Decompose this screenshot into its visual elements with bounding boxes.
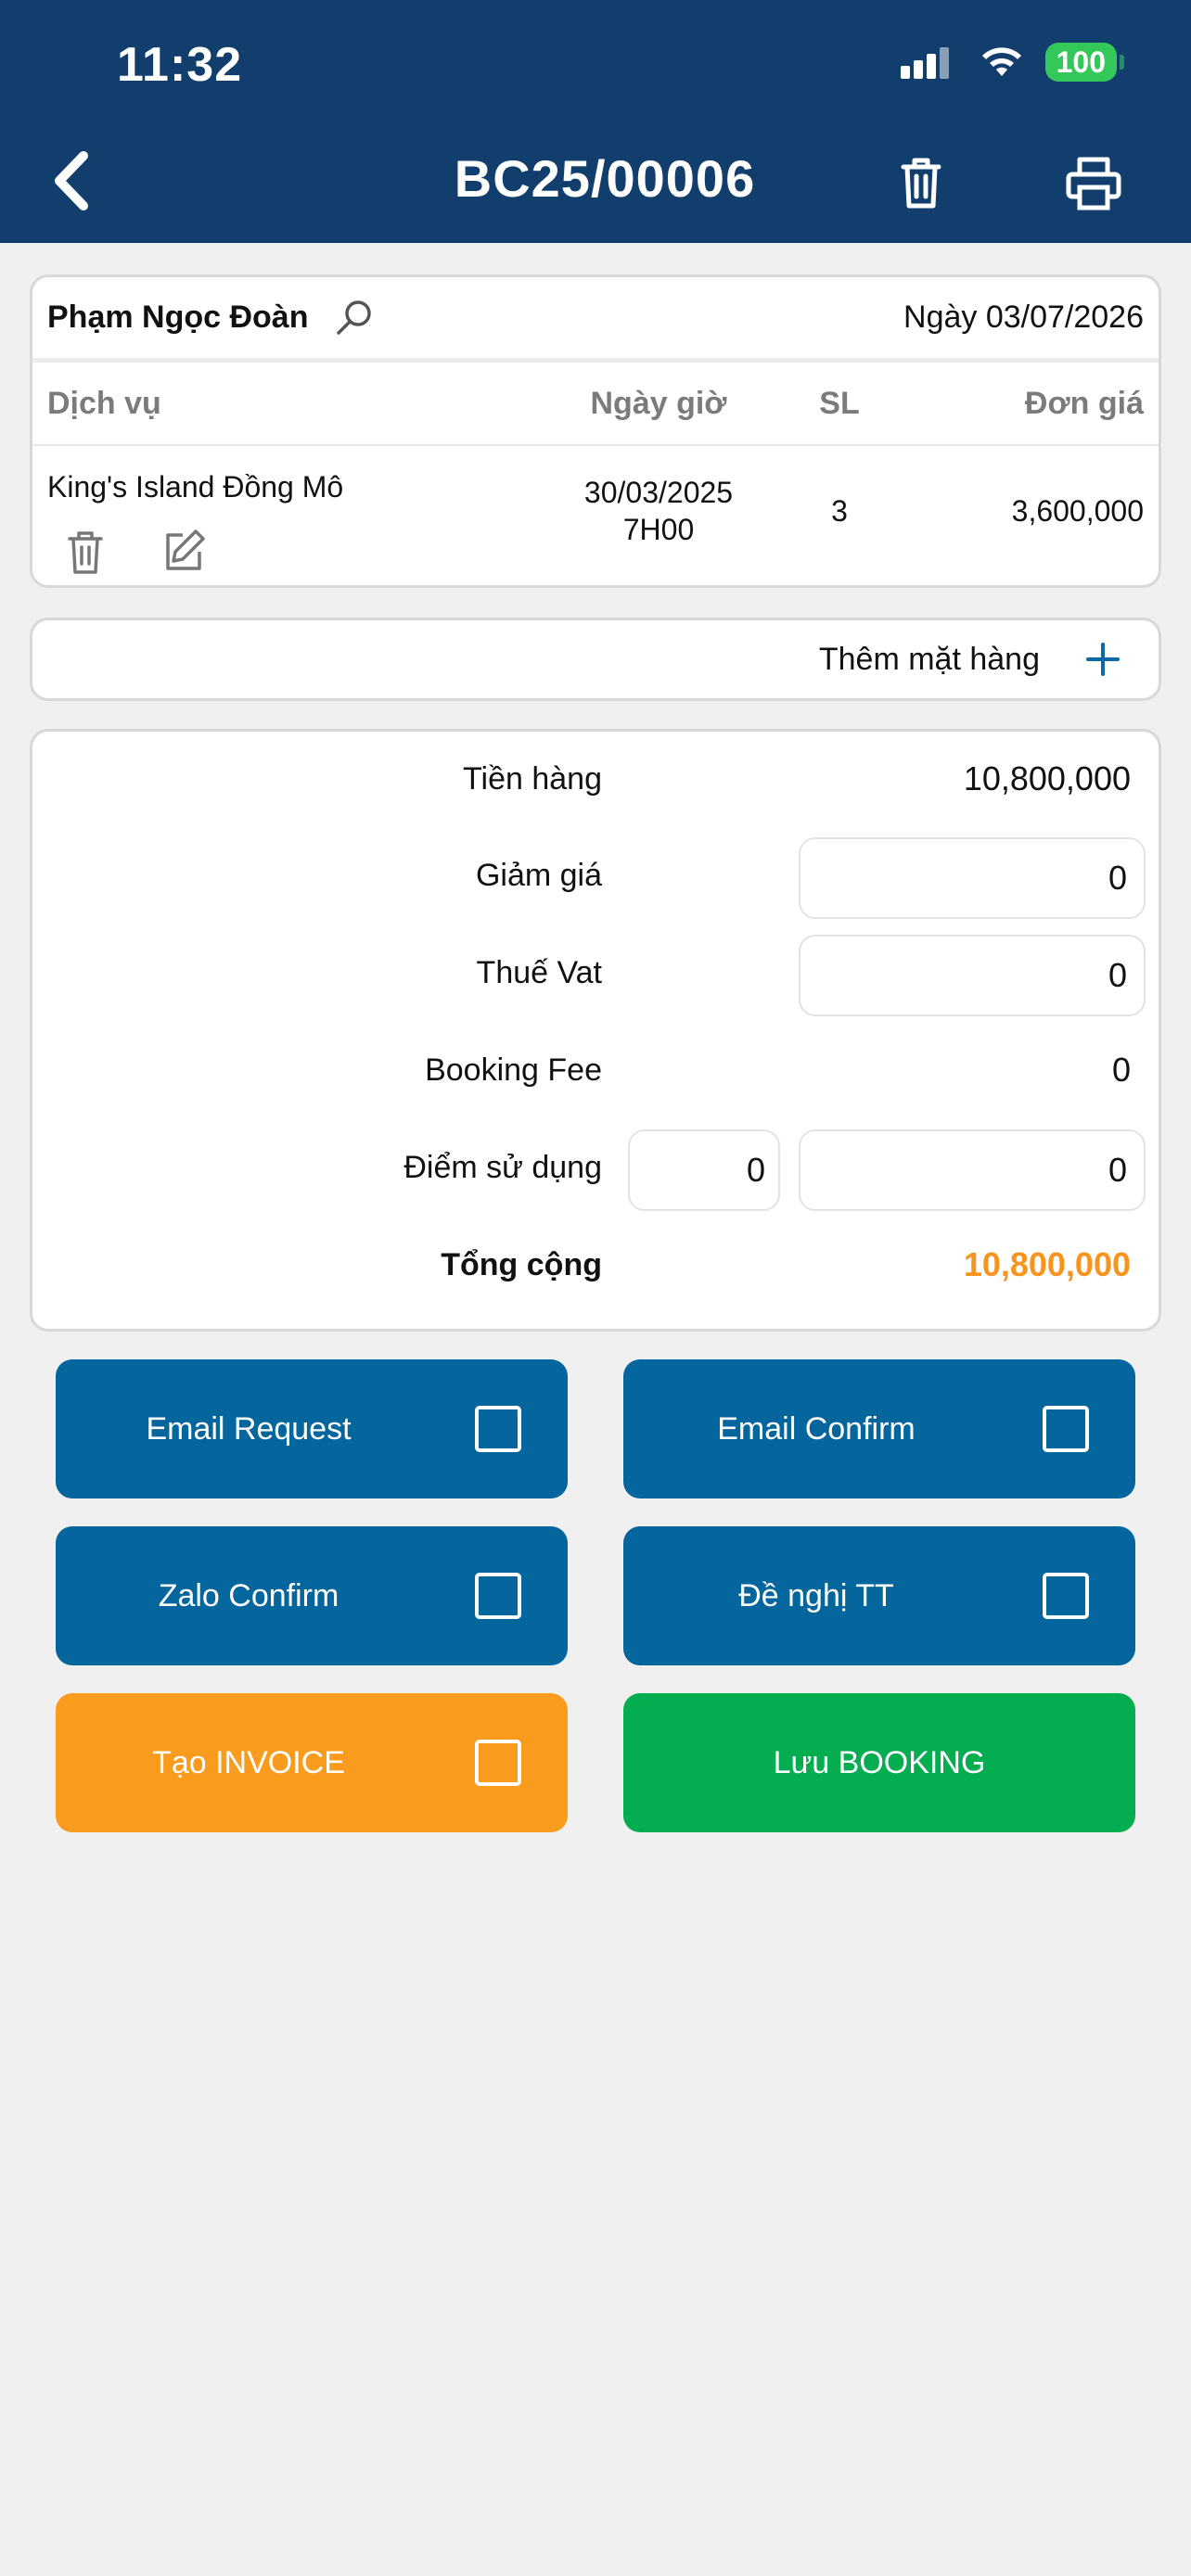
totals-card: Tiền hàng 10,800,000 Giảm giá Thuế Vat B… <box>30 729 1161 1332</box>
subtotal-value: 10,800,000 <box>963 759 1131 797</box>
subtotal-label: Tiền hàng <box>463 760 602 797</box>
discount-row: Giảm giá <box>32 834 1159 919</box>
cellular-signal-icon <box>900 47 949 79</box>
discount-label: Giảm giá <box>475 857 602 893</box>
edit-icon[interactable] <box>160 528 207 574</box>
status-time: 11:32 <box>117 38 243 92</box>
row-qty: 3 <box>831 494 848 528</box>
add-item-button[interactable]: Thêm mặt hàng <box>30 618 1161 701</box>
payment-request-label: Đề nghị TT <box>738 1577 894 1613</box>
table-header: Dịch vụ Ngày giờ SL Đơn giá <box>32 363 1159 446</box>
trash-icon[interactable] <box>890 152 952 213</box>
customer-name[interactable]: Phạm Ngọc Đoàn <box>47 300 308 336</box>
plus-icon <box>1086 643 1120 676</box>
payment-request-button[interactable]: Đề nghị TT <box>623 1526 1135 1665</box>
discount-input[interactable] <box>799 837 1146 919</box>
header-datetime: Ngày giờ <box>590 385 727 421</box>
booking-fee-value: 0 <box>1111 1051 1131 1089</box>
vat-input[interactable] <box>799 935 1146 1016</box>
table-row: King's Island Đồng Mô 30/03/2025 7H00 3 … <box>32 446 1159 581</box>
header-qty: SL <box>819 385 860 421</box>
points-input[interactable] <box>628 1129 780 1211</box>
vat-row: Thuế Vat <box>32 931 1159 1016</box>
top-bar: 11:32 100 BC25/00006 <box>0 0 1191 243</box>
row-price: 3,600,000 <box>1011 494 1144 528</box>
header-price: Đơn giá <box>1024 385 1144 421</box>
row-date: 30/03/2025 <box>583 476 734 509</box>
row-service: King's Island Đồng Mô <box>47 470 344 504</box>
save-booking-label: Lưu BOOKING <box>773 1744 986 1780</box>
trash-icon[interactable] <box>64 529 107 576</box>
printer-icon[interactable] <box>1063 152 1124 213</box>
email-request-label: Email Request <box>146 1410 352 1447</box>
checkbox-icon[interactable] <box>475 1406 521 1452</box>
row-datetime: 30/03/2025 7H00 <box>552 474 765 548</box>
booking-fee-label: Booking Fee <box>425 1052 602 1088</box>
add-item-label: Thêm mặt hàng <box>818 641 1040 677</box>
checkbox-icon[interactable] <box>475 1740 521 1786</box>
header-service: Dịch vụ <box>47 385 161 421</box>
create-invoice-button[interactable]: Tạo INVOICE <box>56 1693 568 1832</box>
checkbox-icon[interactable] <box>475 1573 521 1619</box>
zalo-confirm-button[interactable]: Zalo Confirm <box>56 1526 568 1665</box>
booking-fee-row: Booking Fee 0 <box>32 1028 1159 1112</box>
create-invoice-label: Tạo INVOICE <box>152 1744 345 1780</box>
zalo-confirm-label: Zalo Confirm <box>158 1577 339 1613</box>
search-icon[interactable] <box>334 298 375 338</box>
total-value: 10,800,000 <box>963 1245 1131 1283</box>
row-time: 7H00 <box>622 513 695 546</box>
subtotal-row: Tiền hàng 10,800,000 <box>32 737 1159 821</box>
points-label: Điểm sử dụng <box>403 1149 602 1185</box>
email-confirm-label: Email Confirm <box>717 1410 916 1447</box>
points-value-input[interactable] <box>799 1129 1146 1211</box>
save-booking-button[interactable]: Lưu BOOKING <box>623 1693 1135 1832</box>
total-row: Tổng cộng 10,800,000 <box>32 1223 1159 1307</box>
battery-indicator: 100 <box>1044 43 1125 82</box>
wifi-icon <box>981 47 1021 76</box>
checkbox-icon[interactable] <box>1043 1573 1089 1619</box>
booking-date: Ngày 03/07/2026 <box>903 300 1144 335</box>
vat-label: Thuế Vat <box>476 954 602 990</box>
points-row: Điểm sử dụng <box>32 1126 1159 1211</box>
page-title: BC25/00006 <box>454 149 756 208</box>
total-label: Tổng cộng <box>441 1246 602 1282</box>
email-confirm-button[interactable]: Email Confirm <box>623 1359 1135 1498</box>
checkbox-icon[interactable] <box>1043 1406 1089 1452</box>
email-request-button[interactable]: Email Request <box>56 1359 568 1498</box>
status-icons: 100 <box>900 43 1125 82</box>
customer-row: Phạm Ngọc Đoàn Ngày 03/07/2026 <box>32 277 1159 363</box>
booking-items-card: Phạm Ngọc Đoàn Ngày 03/07/2026 Dịch vụ N… <box>30 274 1161 588</box>
